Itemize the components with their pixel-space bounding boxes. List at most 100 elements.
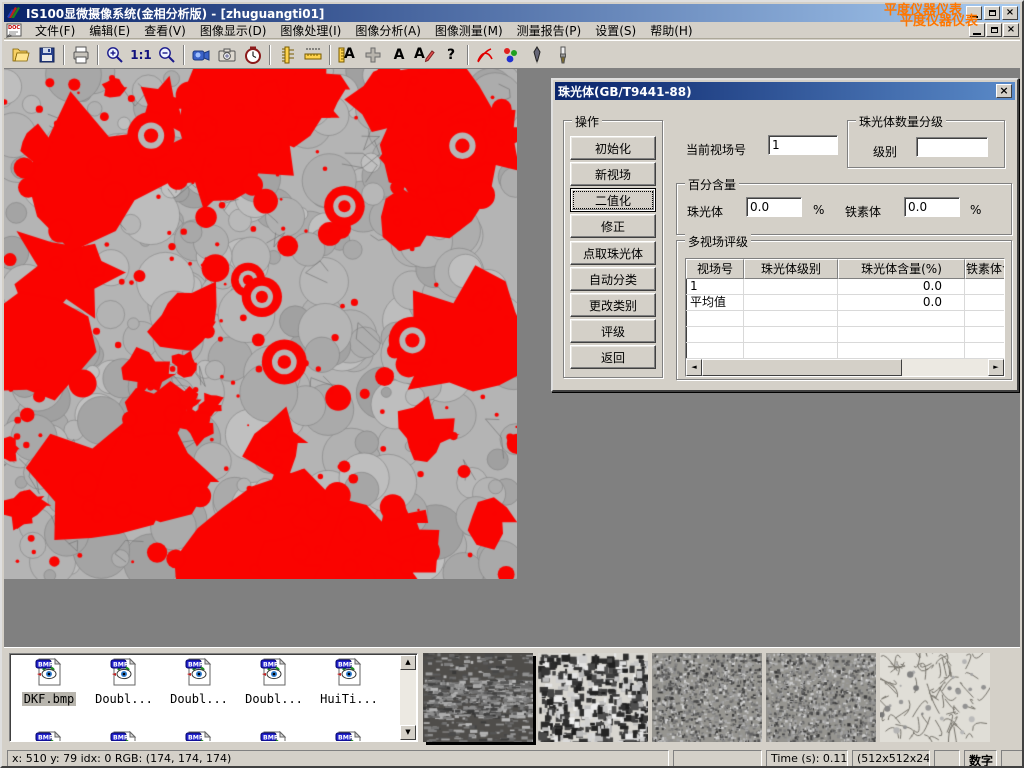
menu-item-2[interactable]: 编辑(E) bbox=[82, 21, 137, 40]
op-button-4[interactable]: 修正 bbox=[570, 214, 656, 238]
table-row-1[interactable]: 10.0 bbox=[686, 279, 1004, 295]
svg-text:BMP: BMP bbox=[113, 662, 129, 669]
micrograph-image[interactable] bbox=[4, 69, 517, 579]
file-item-row2-4[interactable]: BMP bbox=[238, 729, 310, 742]
menu-bar: DOC 文件(F)编辑(E)查看(V)图像显示(D)图像处理(I)图像分析(A)… bbox=[4, 22, 1020, 39]
toolbar-separator bbox=[467, 45, 469, 65]
table-row-2[interactable]: 平均值0.0 bbox=[686, 295, 1004, 311]
timer-icon[interactable] bbox=[240, 43, 266, 67]
toolbar-separator bbox=[269, 45, 271, 65]
file-item-Doubl...[interactable]: BMPDoubl... bbox=[88, 656, 160, 707]
file-item-Doubl...[interactable]: BMPDoubl... bbox=[163, 656, 235, 707]
op-button-9[interactable]: 返回 bbox=[570, 345, 656, 369]
table-cell bbox=[686, 311, 744, 327]
child-close-button[interactable]: × bbox=[1003, 23, 1019, 37]
minimize-button[interactable] bbox=[966, 6, 982, 20]
table-header-1: 视场号 bbox=[686, 259, 744, 279]
child-restore-button[interactable] bbox=[986, 23, 1002, 37]
table-cell bbox=[744, 311, 838, 327]
file-item-DKF.bmp[interactable]: BMPDKF.bmp bbox=[13, 656, 85, 707]
title-bar[interactable]: IS100显微摄像系统(金相分析版) - [zhuguangti01] × bbox=[4, 4, 1020, 22]
scrollbar-thumb[interactable] bbox=[702, 359, 902, 376]
thumbnail-4[interactable] bbox=[766, 653, 876, 742]
measure-text-icon[interactable]: A bbox=[334, 43, 360, 67]
ruler-icon[interactable] bbox=[300, 43, 326, 67]
pearlite-percent-input[interactable] bbox=[746, 197, 802, 217]
menu-item-9[interactable]: 设置(S) bbox=[588, 21, 643, 40]
empty-status-panel bbox=[673, 750, 762, 767]
menu-item-6[interactable]: 图像分析(A) bbox=[348, 21, 428, 40]
caliper-icon[interactable] bbox=[274, 43, 300, 67]
classify-particles-icon[interactable] bbox=[498, 43, 524, 67]
file-item-row2-5[interactable]: BMP bbox=[313, 729, 385, 742]
table-cell: 0.0 bbox=[838, 279, 965, 295]
file-item-Doubl...[interactable]: BMPDoubl... bbox=[238, 656, 310, 707]
grid-icon[interactable] bbox=[360, 43, 386, 67]
table-cell: 0.0 bbox=[838, 295, 965, 311]
menu-item-1[interactable]: 文件(F) bbox=[28, 21, 82, 40]
annotate-icon[interactable]: A bbox=[412, 43, 438, 67]
thumbnail-2[interactable] bbox=[538, 653, 648, 742]
file-scrollbar[interactable]: ▲ ▼ bbox=[400, 655, 416, 740]
ferrite-percent-input[interactable] bbox=[904, 197, 960, 217]
curve-tool-icon[interactable] bbox=[472, 43, 498, 67]
table-hscrollbar[interactable]: ◄ ► bbox=[686, 359, 1004, 376]
actual-size-icon[interactable]: 1:1 bbox=[128, 43, 154, 67]
op-button-5[interactable]: 点取珠光体 bbox=[570, 241, 656, 265]
op-button-2[interactable]: 新视场 bbox=[570, 162, 656, 186]
thumbnail-1[interactable] bbox=[423, 653, 533, 742]
menu-item-7[interactable]: 图像测量(M) bbox=[428, 21, 510, 40]
print-icon[interactable] bbox=[68, 43, 94, 67]
text-icon[interactable]: A bbox=[386, 43, 412, 67]
scroll-down-button[interactable]: ▼ bbox=[400, 725, 416, 740]
dialog-title: 珠光体(GB/T9441-88) bbox=[558, 83, 692, 100]
svg-text:BMP: BMP bbox=[263, 662, 279, 669]
op-button-7[interactable]: 更改类别 bbox=[570, 293, 656, 317]
thumbnail-5[interactable] bbox=[880, 653, 990, 742]
op-button-3[interactable]: 二值化 bbox=[570, 188, 656, 212]
menu-item-10[interactable]: 帮助(H) bbox=[643, 21, 699, 40]
grade-input[interactable] bbox=[916, 137, 988, 157]
restore-button[interactable] bbox=[984, 6, 1000, 20]
scroll-up-button[interactable]: ▲ bbox=[400, 655, 416, 670]
thumbnail-3[interactable] bbox=[652, 653, 762, 742]
zoom-in-icon[interactable] bbox=[102, 43, 128, 67]
current-field-label: 当前视场号 bbox=[686, 141, 746, 158]
pearlite-percent-label: 珠光体 bbox=[687, 203, 723, 220]
scroll-right-button[interactable]: ► bbox=[988, 359, 1004, 376]
menu-item-4[interactable]: 图像显示(D) bbox=[193, 21, 274, 40]
cursor-position-status: x: 510 y: 79 idx: 0 RGB: (174, 174, 174) bbox=[7, 750, 669, 767]
video-camera-icon[interactable] bbox=[188, 43, 214, 67]
menu-item-3[interactable]: 查看(V) bbox=[137, 21, 193, 40]
save-icon[interactable] bbox=[34, 43, 60, 67]
rating-table: 视场号珠光体级别珠光体含量(%)铁素体含量(%) 10.0平均值0.0 ◄ ► bbox=[685, 258, 1005, 377]
camera-capture-icon[interactable] bbox=[214, 43, 240, 67]
close-button[interactable]: × bbox=[1002, 6, 1018, 20]
right-arrow-icon: ► bbox=[993, 363, 998, 371]
close-icon: × bbox=[1007, 25, 1015, 35]
op-button-6[interactable]: 自动分类 bbox=[570, 267, 656, 291]
pen-icon[interactable] bbox=[524, 43, 550, 67]
document-icon[interactable]: DOC bbox=[6, 23, 24, 38]
toolbar-separator bbox=[183, 45, 185, 65]
file-item-row2-1[interactable]: BMP bbox=[13, 729, 85, 742]
help-icon[interactable]: ? bbox=[438, 43, 464, 67]
zoom-out-icon[interactable] bbox=[154, 43, 180, 67]
current-field-input[interactable] bbox=[768, 135, 838, 155]
child-minimize-button[interactable] bbox=[969, 23, 985, 37]
empty-status-panel bbox=[1001, 750, 1024, 767]
brush-icon[interactable] bbox=[550, 43, 576, 67]
file-item-HuiTi...[interactable]: BMPHuiTi... bbox=[313, 656, 385, 707]
file-name-label: DKF.bmp bbox=[22, 692, 77, 706]
menu-item-5[interactable]: 图像处理(I) bbox=[273, 21, 348, 40]
op-button-8[interactable]: 评级 bbox=[570, 319, 656, 343]
file-item-row2-3[interactable]: BMP bbox=[163, 729, 235, 742]
dialog-title-bar[interactable]: 珠光体(GB/T9441-88) × bbox=[555, 82, 1015, 100]
op-button-1[interactable]: 初始化 bbox=[570, 136, 656, 160]
open-file-icon[interactable] bbox=[8, 43, 34, 67]
minimize-icon bbox=[970, 16, 978, 18]
scroll-left-button[interactable]: ◄ bbox=[686, 359, 702, 376]
dialog-close-button[interactable]: × bbox=[996, 84, 1012, 98]
menu-item-8[interactable]: 测量报告(P) bbox=[510, 21, 589, 40]
file-item-row2-2[interactable]: BMP bbox=[88, 729, 160, 742]
